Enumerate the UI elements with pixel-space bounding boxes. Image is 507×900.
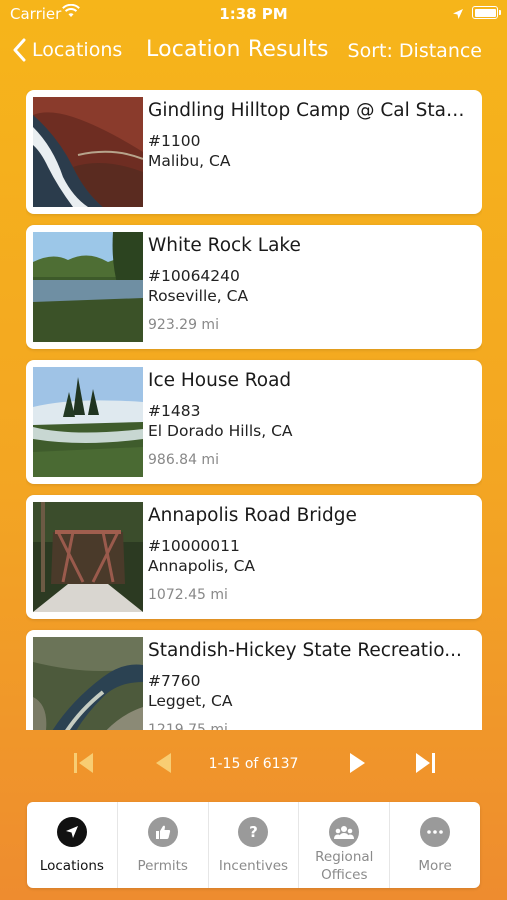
tab-label: More (418, 858, 452, 874)
location-thumbnail (33, 97, 143, 207)
list-item[interactable]: Ice House Road #1483 El Dorado Hills, CA… (26, 360, 482, 484)
results-list[interactable]: Gindling Hilltop Camp @ Cal Stat... #110… (26, 90, 482, 730)
list-item[interactable]: Annapolis Road Bridge #10000011 Annapoli… (26, 495, 482, 619)
battery-icon (472, 6, 501, 19)
skip-last-icon (416, 753, 435, 773)
chevron-left-icon (13, 38, 26, 62)
status-time: 1:38 PM (219, 5, 288, 23)
location-thumbnail (33, 502, 143, 612)
location-distance: 923.29 mi (148, 317, 219, 333)
next-page-button[interactable] (348, 751, 368, 779)
back-button-label: Locations (32, 39, 123, 61)
tab-label: Locations (39, 858, 104, 874)
back-button[interactable]: Locations (12, 38, 122, 62)
sort-button[interactable]: Sort: Distance (348, 40, 482, 62)
tab-more[interactable]: More (389, 802, 480, 888)
location-number: #1100 (148, 132, 201, 150)
page-title: Location Results (146, 37, 329, 62)
location-distance: 986.84 mi (148, 452, 219, 468)
list-item[interactable]: Standish-Hickey State Recreatio... #7760… (26, 630, 482, 730)
question-icon: ? (238, 817, 269, 847)
location-thumbnail (33, 367, 143, 477)
location-number: #7760 (148, 672, 201, 690)
location-city: Legget, CA (148, 692, 233, 710)
group-icon (329, 817, 360, 847)
location-number: #10000011 (148, 537, 240, 555)
tab-permits[interactable]: Permits (116, 802, 208, 888)
location-number: #10064240 (148, 267, 240, 285)
location-services-icon (452, 6, 464, 24)
ellipsis-icon (420, 817, 451, 847)
list-item[interactable]: Gindling Hilltop Camp @ Cal Stat... #110… (26, 90, 482, 214)
tab-locations[interactable]: Locations (27, 802, 117, 888)
tab-incentives[interactable]: ? Incentives (207, 802, 299, 888)
location-name: Gindling Hilltop Camp @ Cal Stat... (148, 100, 468, 121)
tab-bar: Locations Permits ? Incentives Regional … (27, 802, 480, 888)
location-thumbnail (33, 637, 143, 730)
tab-regional-offices[interactable]: Regional Offices (298, 802, 389, 888)
location-name: Ice House Road (148, 370, 292, 391)
location-city: Annapolis, CA (148, 557, 256, 575)
location-city: Roseville, CA (148, 287, 249, 305)
list-item[interactable]: White Rock Lake #10064240 Roseville, CA … (26, 225, 482, 349)
location-arrow-icon (56, 817, 87, 847)
pagination-bar: 1-15 of 6137 (0, 744, 507, 784)
location-distance: 1072.45 mi (148, 587, 228, 603)
location-thumbnail (33, 232, 143, 342)
location-city: Malibu, CA (148, 152, 231, 170)
thumbs-up-icon (147, 817, 178, 847)
play-right-icon (350, 753, 365, 773)
last-page-button[interactable] (414, 751, 436, 779)
tab-label: Regional Offices (315, 849, 374, 883)
location-name: White Rock Lake (148, 235, 301, 256)
location-city: El Dorado Hills, CA (148, 422, 293, 440)
location-name: Annapolis Road Bridge (148, 505, 357, 526)
location-name: Standish-Hickey State Recreatio... (148, 640, 462, 661)
status-bar: Carrier 1:38 PM (0, 0, 507, 28)
navigation-bar: Locations Location Results Sort: Distanc… (0, 30, 507, 74)
location-number: #1483 (148, 402, 201, 420)
tab-label: Permits (137, 858, 188, 874)
tab-label: Incentives (218, 858, 289, 874)
location-distance: 1219.75 mi (148, 722, 228, 730)
